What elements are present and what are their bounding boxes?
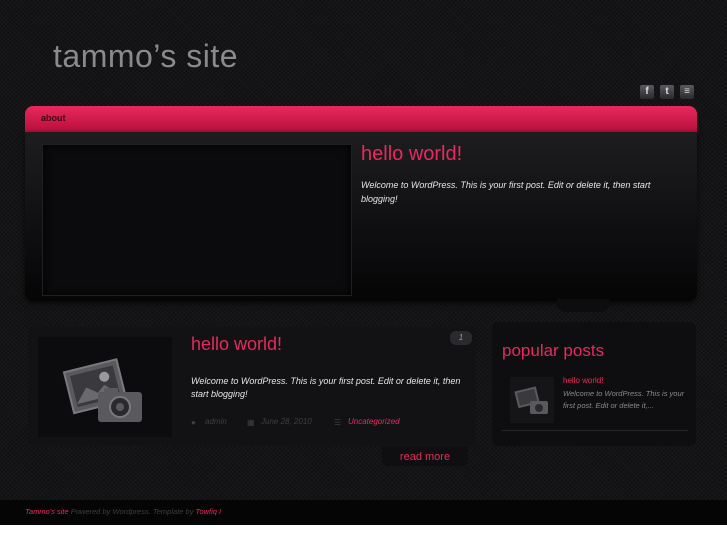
rss-icon[interactable]: ≡ <box>680 85 694 99</box>
site-title[interactable]: tammo’s site <box>53 38 238 75</box>
popular-posts-heading: popular posts <box>502 341 605 360</box>
post-thumbnail[interactable] <box>38 337 172 437</box>
post-title[interactable]: hello world! <box>191 334 282 355</box>
facebook-icon[interactable]: f <box>640 85 654 99</box>
post-date: June 28, 2010 <box>261 417 312 426</box>
post-author[interactable]: admin <box>205 417 227 426</box>
footer-powered-text: Powered by Wordpress. Template by <box>68 507 196 516</box>
image-placeholder-icon <box>62 358 142 422</box>
featured-post-excerpt: Welcome to WordPress. This is your first… <box>361 180 651 204</box>
footer-credits: Tammo's site Powered by Wordpress. Templ… <box>25 507 221 516</box>
popular-post-thumbnail[interactable] <box>510 377 554 423</box>
popular-post-title[interactable]: hello world! <box>563 376 603 385</box>
navigation-bar <box>25 106 697 132</box>
slider-tab <box>557 299 609 312</box>
featured-post-title[interactable]: hello world! <box>361 143 462 166</box>
category-icon: ☰ <box>334 418 342 427</box>
post-excerpt: Welcome to WordPress. This is your first… <box>191 376 461 399</box>
footer-author-link[interactable]: Towfiq I <box>196 507 222 516</box>
popular-post-excerpt: Welcome to WordPress. This is your first… <box>563 389 685 410</box>
twitter-icon[interactable]: t <box>660 85 674 99</box>
calendar-icon: ▦ <box>247 418 255 427</box>
image-placeholder-icon <box>514 386 548 414</box>
page-bottom-area <box>0 525 727 545</box>
nav-item-about[interactable]: about <box>41 113 66 123</box>
featured-image[interactable] <box>42 144 352 296</box>
footer-site-link[interactable]: Tammo's site <box>25 507 69 516</box>
user-icon: ● <box>191 418 196 427</box>
comment-count-badge[interactable]: 1 <box>450 331 472 345</box>
post-category-link[interactable]: Uncategorized <box>348 417 400 426</box>
read-more-button[interactable]: read more <box>382 446 468 466</box>
